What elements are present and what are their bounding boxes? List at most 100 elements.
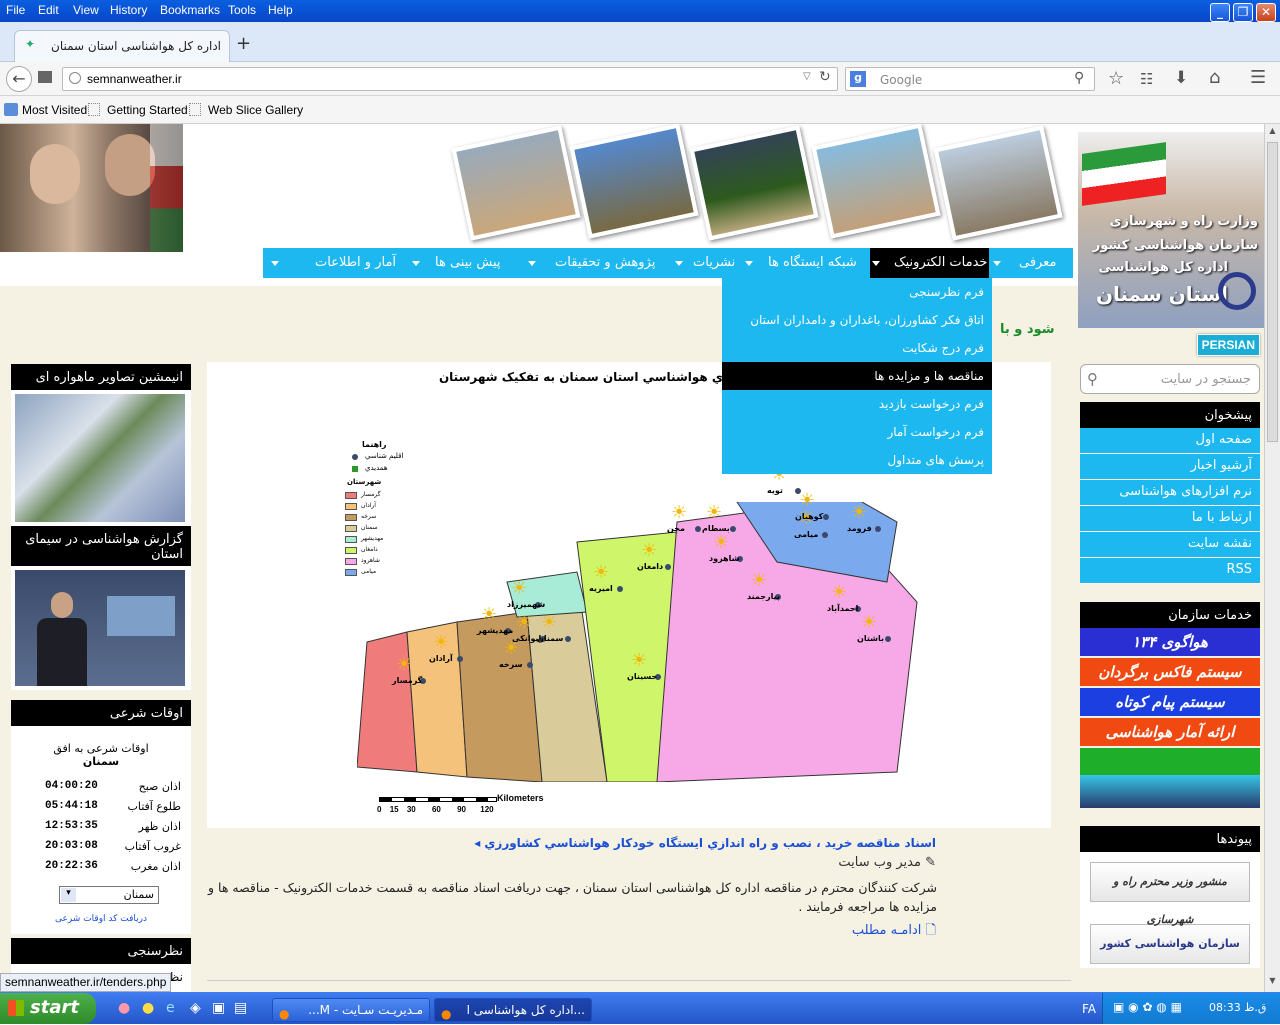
menu-view[interactable]: View [73,3,99,17]
dashboard-item[interactable]: ارتباط با ما [1080,506,1260,532]
url-field[interactable]: semnanweather.ir ▽ ↻ [62,67,838,91]
bookmark-most-visited[interactable]: Most Visited [22,103,87,117]
weather-sun-icon[interactable]: ☀ [516,612,532,633]
nav-statistics[interactable]: آمار و اطلاعات [315,248,396,278]
system-tray: ▣ ◉ ✿ ◍ ▦ ق.ظ 08:33 [1102,993,1280,1024]
close-window-button[interactable]: ✕ [1256,3,1276,22]
app-quicklaunch-icon[interactable]: ▣ [212,1000,225,1016]
nav-publications[interactable]: نشریات [693,248,735,278]
search-icon[interactable]: ⚲ [1087,370,1098,388]
dashboard-item[interactable]: نرم افزارهای هواشناسی [1080,480,1260,506]
menu-hamburger-icon[interactable]: ☰ [1250,67,1266,88]
weather-sun-icon[interactable]: ☀ [631,650,647,671]
dd-statistics-form[interactable]: فرم درخواست آمار [722,418,992,446]
service-banner[interactable]: هواگوی ۱۳۴ [1080,628,1260,656]
dd-complaint-form[interactable]: فرم درج شکایت [722,334,992,362]
tv-report-image[interactable] [15,570,185,686]
app-quicklaunch-icon[interactable]: ▤ [234,1000,247,1016]
news-title-link[interactable]: اسناد مناقصه خريد ، نصب و راه اندازي ايس… [470,836,936,850]
menu-file[interactable]: File [6,3,25,17]
weather-sun-icon[interactable]: ☀ [713,532,729,553]
weather-sun-icon[interactable]: ☀ [751,570,767,591]
minimize-button[interactable]: _ [1210,3,1230,22]
scroll-down-icon[interactable]: ▼ [1267,976,1278,988]
link-banner-irimo[interactable]: سازمان هواشناسی کشور [1090,924,1250,964]
ie-quicklaunch-icon[interactable]: e [166,1000,175,1016]
weather-sun-icon[interactable]: ☀ [641,540,657,561]
weather-sun-icon[interactable]: ☀ [433,632,449,653]
tray-icons[interactable]: ▣ ◉ ✿ ◍ ▦ [1113,1000,1182,1014]
back-button[interactable]: ← [6,66,32,92]
site-search-input[interactable]: ⚲ جستجو در سایت [1080,364,1260,394]
dashboard-item[interactable]: نقشه سایت [1080,532,1260,558]
weather-sun-icon[interactable]: ☀ [671,502,687,523]
city-select[interactable]: ▾ سمنان [59,886,159,904]
weather-sun-icon[interactable]: ☀ [481,604,497,625]
google-icon[interactable]: g [850,71,866,87]
service-banner-image[interactable] [1080,748,1260,808]
dd-tenders[interactable]: مناقصه ها و مزایده ها [722,362,992,390]
persian-language-button[interactable]: PERSIAN [1196,334,1260,356]
menu-tools[interactable]: Tools [228,3,256,17]
taskbar-item-admin[interactable]: ● مـدیریـت سـایت - M... [272,998,430,1022]
home-icon[interactable]: ⌂ [1209,67,1220,88]
app-quicklaunch-icon[interactable]: ◈ [190,1000,201,1016]
firefox-quicklaunch-icon[interactable]: ● [118,1000,130,1016]
web-page: وزارت راه و شهرسازی سازمان هواشناسی کشور… [0,124,1264,992]
search-icon[interactable]: ⚲ [1074,70,1084,86]
browser-tab[interactable]: ✦ اداره کل هواشناسی استان سمنان [14,30,230,62]
nav-about[interactable]: معرفی [1019,248,1056,278]
input-language[interactable]: FA [1082,1002,1096,1016]
scroll-up-icon[interactable]: ▲ [1267,126,1278,138]
download-icon[interactable]: ⬇ [1174,68,1188,88]
bookmark-getting-started[interactable]: Getting Started [107,103,188,117]
weather-sun-icon[interactable]: ☀ [851,502,867,523]
menu-help[interactable]: Help [268,3,293,17]
prayer-code-link[interactable]: دریافت کد اوقات شرعی [11,914,191,924]
nav-stations[interactable]: شبکه ایستگاه ها [768,248,857,278]
url-dropdown-icon[interactable]: ▽ [803,71,811,82]
search-field[interactable]: g Google ⚲ [845,67,1095,91]
nav-research[interactable]: پژوهش و تحقیقات [555,248,655,278]
satellite-image[interactable] [15,394,185,522]
weather-sun-icon[interactable]: ☀ [511,578,527,599]
new-tab-icon[interactable]: + [236,33,251,54]
reload-icon[interactable]: ↻ [819,69,831,85]
read-more-link[interactable]: 🗋 ادامـه مطلب [836,921,936,943]
chrome-quicklaunch-icon[interactable]: ● [142,1000,154,1016]
nav-forecasts[interactable]: پیش بینی ها [435,248,501,278]
weather-sun-icon[interactable]: ☀ [706,502,722,523]
dashboard-item[interactable]: صفحه اول [1080,428,1260,454]
dd-survey-form[interactable]: فرم نظرسنجی [722,278,992,306]
bookmark-star-icon[interactable]: ☆ [1108,68,1124,89]
weather-sun-icon[interactable]: ☀ [396,654,412,675]
dd-faq[interactable]: پرسش های متداول [722,446,992,474]
nav-eservices[interactable]: خدمات الکترونیک [894,248,987,278]
scroll-thumb[interactable] [1267,142,1278,442]
weather-sun-icon[interactable]: ☀ [593,562,609,583]
link-banner-minister[interactable]: منشور وزیر محترم راه و شهرسازی [1090,862,1250,926]
maximize-button[interactable]: ❐ [1233,3,1253,22]
service-banner[interactable]: ارائه آمار هواشناسی [1080,718,1260,746]
weather-sun-icon[interactable]: ☀ [861,612,877,633]
weather-sun-icon[interactable]: ☀ [799,490,815,511]
taskbar-item-site[interactable]: ● ...اداره کل هواشناسی ا [434,998,592,1022]
bookmarks-list-icon[interactable]: ☷ [1140,70,1153,88]
dd-visit-form[interactable]: فرم درخواست بازدید [722,390,992,418]
menu-history[interactable]: History [110,3,147,17]
start-button[interactable]: start [0,993,96,1024]
dashboard-item[interactable]: آرشیو اخبار [1080,454,1260,480]
page-scrollbar[interactable]: ▲ ▼ [1264,124,1280,992]
weather-sun-icon[interactable]: ☀ [541,612,557,633]
dd-farmers-room[interactable]: اتاق فکر کشاورزان، باغداران و دامداران ا… [722,306,992,334]
weather-sun-icon[interactable]: ☀ [831,582,847,603]
service-banner[interactable]: سیستم فاکس برگردان [1080,658,1260,686]
city-label: احمدآباد [827,604,859,613]
bookmark-web-slice-gallery[interactable]: Web Slice Gallery [208,103,303,117]
dashboard-item[interactable]: RSS [1080,558,1260,584]
menu-bookmarks[interactable]: Bookmarks [160,3,220,17]
firefox-icon: ● [441,1007,452,1021]
page-info-icon[interactable] [38,71,52,83]
menu-edit[interactable]: Edit [38,3,59,17]
service-banner[interactable]: سیستم پیام کوتاه [1080,688,1260,716]
